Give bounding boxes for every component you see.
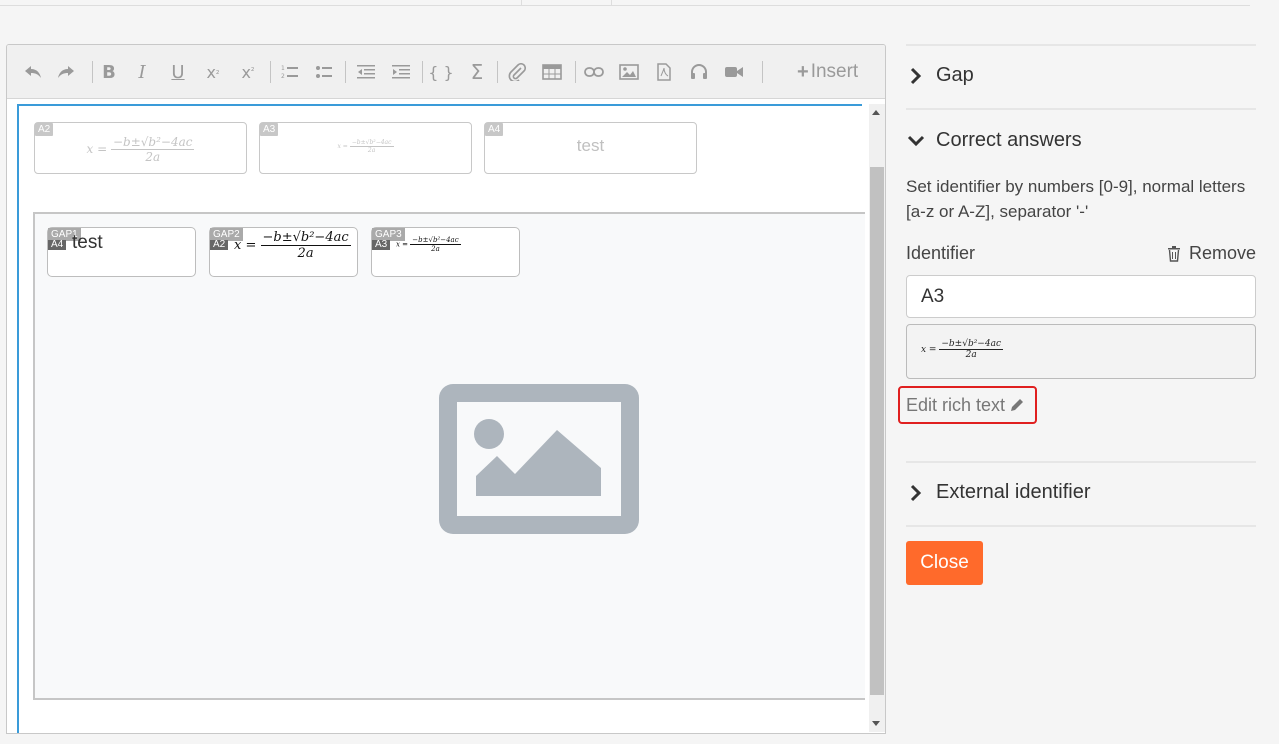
edit-rich-text-link[interactable]: Edit rich text [898, 386, 1037, 424]
gap-1[interactable]: GAP1 A4 test [47, 227, 196, 277]
image-icon[interactable] [616, 59, 642, 85]
gap-section-header[interactable]: Gap [906, 64, 974, 87]
answer-formula: x = −b±√b²−4ac 2a [337, 139, 394, 154]
sigma-icon[interactable]: Σ [464, 59, 490, 85]
answer-text: test [576, 136, 605, 155]
outdent-icon[interactable] [353, 59, 379, 85]
chevron-down-icon [906, 135, 926, 147]
answer-tag: A4 [485, 123, 504, 136]
editor-toolbar: B I U x₂ x² 12 { } Σ + Insert [7, 45, 885, 99]
editor-scrollbar[interactable] [869, 104, 885, 732]
subscript-icon[interactable]: x₂ [200, 59, 226, 85]
gap-answer-tag: A4 [48, 240, 67, 250]
answer-formula: x = −b±√b²−4ac 2a [86, 135, 195, 164]
toolbar-separator [497, 61, 498, 83]
chevron-right-icon [906, 484, 926, 502]
scroll-thumb[interactable] [870, 167, 884, 695]
top-divider [521, 0, 522, 6]
toolbar-separator [345, 61, 346, 83]
toolbar-separator [92, 61, 93, 83]
divider [906, 461, 1256, 463]
divider [906, 108, 1256, 110]
video-camera-icon[interactable] [721, 59, 747, 85]
paperclip-icon[interactable] [504, 59, 530, 85]
pdf-icon[interactable] [651, 59, 677, 85]
toolbar-separator [270, 61, 271, 83]
gap-answer-tag: A2 [210, 240, 229, 250]
remove-button[interactable]: Remove [1167, 243, 1256, 264]
image-placeholder-icon [439, 384, 639, 539]
properties-panel: Gap Correct answers Set identifier by nu… [898, 44, 1256, 744]
editor-content[interactable]: A2 x = −b±√b²−4ac 2a A3 x = −b±√b²−4ac 2a … [17, 104, 865, 733]
rich-text-preview: x = −b±√b²−4ac 2a [906, 324, 1256, 379]
undo-icon[interactable] [20, 59, 46, 85]
external-identifier-section-header[interactable]: External identifier [906, 481, 1091, 504]
remove-label: Remove [1188, 243, 1256, 263]
scroll-down-arrow-icon[interactable] [872, 721, 880, 726]
preview-formula: x = −b±√b²−4ac 2a [921, 339, 1003, 360]
correct-answers-section-header[interactable]: Correct answers [906, 129, 1082, 152]
redo-icon[interactable] [53, 59, 79, 85]
trash-icon [1167, 245, 1181, 262]
answer-option-a2[interactable]: A2 x = −b±√b²−4ac 2a [34, 122, 247, 174]
gap-answer-tag: A3 [372, 240, 391, 250]
gap-section-title: Gap [936, 64, 974, 86]
link-icon[interactable] [581, 59, 607, 85]
headphones-icon[interactable] [686, 59, 712, 85]
insert-button[interactable]: + Insert [793, 58, 862, 86]
top-divider [611, 0, 612, 6]
toolbar-separator [422, 61, 423, 83]
identifier-description: Set identifier by numbers [0-9], normal … [906, 177, 1246, 221]
ordered-list-icon[interactable]: 12 [277, 59, 303, 85]
close-button[interactable]: Close [906, 541, 983, 585]
correct-answers-title: Correct answers [936, 129, 1082, 151]
underline-icon[interactable]: U [165, 59, 191, 85]
italic-icon[interactable]: I [129, 59, 155, 85]
divider [906, 44, 1256, 46]
svg-text:2: 2 [281, 73, 285, 80]
insert-label: Insert [810, 61, 859, 82]
gap-3[interactable]: GAP3 A3 x = −b±√b²−4ac 2a [371, 227, 520, 277]
indent-icon[interactable] [388, 59, 414, 85]
bullet-list-icon[interactable] [311, 59, 337, 85]
image-gap-area: GAP1 A4 test GAP2 A2 x = −b±√b²−4ac 2a GA… [33, 212, 865, 700]
identifier-input[interactable] [906, 275, 1256, 318]
top-strip [0, 0, 1250, 6]
edit-rich-text-label: Edit rich text [906, 394, 1006, 415]
gap-formula: x = −b±√b²−4ac 2a [234, 230, 351, 261]
plus-icon: + [797, 60, 809, 83]
external-identifier-title: External identifier [936, 481, 1091, 503]
identifier-label: Identifier [906, 243, 976, 263]
rich-text-editor: B I U x₂ x² 12 { } Σ + Insert A2 x = −b±… [6, 44, 886, 734]
chevron-right-icon [906, 67, 926, 85]
divider [906, 525, 1256, 527]
gap-text: test [72, 232, 103, 253]
answer-option-a3[interactable]: A3 x = −b±√b²−4ac 2a [259, 122, 472, 174]
answer-option-a4[interactable]: A4 test [484, 122, 697, 174]
toolbar-separator [762, 61, 763, 83]
gap-formula: x = −b±√b²−4ac 2a [396, 236, 461, 253]
bold-icon[interactable]: B [96, 59, 122, 85]
svg-text:1: 1 [281, 65, 285, 72]
answer-tag: A3 [260, 123, 279, 136]
table-icon[interactable] [539, 59, 565, 85]
code-braces-icon[interactable]: { } [428, 59, 454, 85]
toolbar-separator [575, 61, 576, 83]
superscript-icon[interactable]: x² [235, 59, 261, 85]
scroll-up-arrow-icon[interactable] [872, 110, 880, 115]
gap-2[interactable]: GAP2 A2 x = −b±√b²−4ac 2a [209, 227, 358, 277]
pencil-icon [1009, 397, 1025, 413]
